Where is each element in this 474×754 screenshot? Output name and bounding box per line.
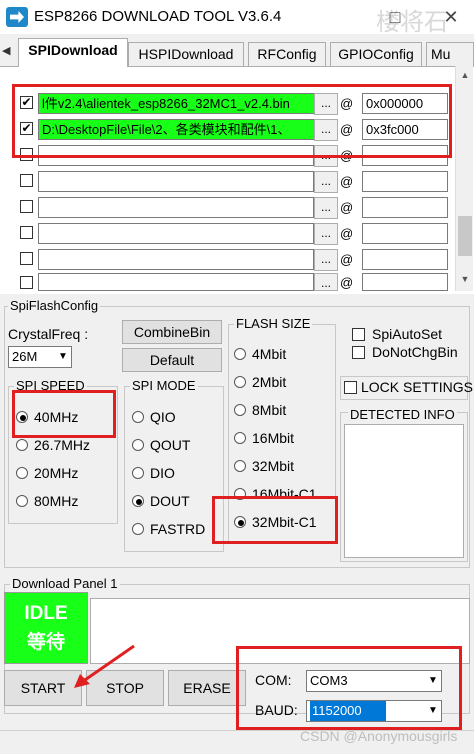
- radio-label-fastrd: FASTRD: [150, 521, 206, 537]
- radio-label-4mbit: 4Mbit: [252, 346, 287, 362]
- status-idle-text: IDLE: [24, 603, 68, 624]
- radio-dout[interactable]: [132, 495, 144, 507]
- chevron-down-icon[interactable]: ▼: [55, 347, 71, 367]
- browse-button-6[interactable]: ...: [314, 223, 338, 245]
- do-not-chg-bin-label: DoNotChgBin: [372, 344, 458, 360]
- footer-watermark: CSDN @Anonymousgirls: [300, 728, 458, 744]
- detected-info-textarea[interactable]: [344, 424, 464, 558]
- download-panel-label: Download Panel 1: [10, 576, 120, 591]
- file-checkbox-8[interactable]: [20, 276, 33, 289]
- radio-label-32mbit: 32Mbit: [252, 458, 295, 474]
- tab-bar: ◀ SPIDownload HSPIDownload RFConfig GPIO…: [0, 38, 474, 67]
- radio-26-7mhz[interactable]: [16, 439, 28, 451]
- tab-gpioconfig[interactable]: GPIOConfig: [330, 42, 422, 66]
- file-checkbox-7[interactable]: [20, 252, 33, 265]
- do-not-chg-bin-checkbox[interactable]: [352, 346, 365, 359]
- annotation-box-flash-size: [212, 496, 338, 544]
- maximize-button[interactable]: □: [380, 6, 410, 28]
- radio-label-dio: DIO: [150, 465, 175, 481]
- erase-button[interactable]: ERASE: [168, 670, 246, 706]
- at-label: @: [340, 200, 354, 215]
- radio-label-26-7mhz: 26.7MHz: [34, 437, 91, 453]
- radio-2mbit[interactable]: [234, 376, 246, 388]
- radio-label-dout: DOUT: [150, 493, 190, 509]
- browse-button-4[interactable]: ...: [314, 171, 338, 193]
- browse-button-5[interactable]: ...: [314, 197, 338, 219]
- tab-hspidownload[interactable]: HSPIDownload: [128, 42, 244, 66]
- radio-label-20mhz: 20MHz: [34, 465, 79, 481]
- tab-scroll-left-icon[interactable]: ◀: [2, 44, 14, 64]
- file-path-5[interactable]: [38, 197, 314, 218]
- radio-label-8mbit: 8Mbit: [252, 402, 287, 418]
- lock-settings-label: LOCK SETTINGS: [361, 379, 474, 395]
- detected-info-label: DETECTED INFO: [348, 407, 457, 422]
- radio-4mbit[interactable]: [234, 348, 246, 360]
- app-icon: [6, 7, 28, 27]
- radio-16mbit[interactable]: [234, 432, 246, 444]
- annotation-arrow: [74, 644, 135, 688]
- file-checkbox-6[interactable]: [20, 226, 33, 239]
- annotation-box-spi-speed: [12, 390, 116, 438]
- scroll-up-icon[interactable]: ▲: [459, 70, 471, 82]
- file-checkbox-5[interactable]: [20, 200, 33, 213]
- browse-button-8[interactable]: ...: [314, 273, 338, 291]
- radio-label-qout: QOUT: [150, 437, 191, 453]
- at-label: @: [340, 226, 354, 241]
- flash-size-label: FLASH SIZE: [234, 316, 313, 331]
- address-field-5[interactable]: [362, 197, 448, 218]
- file-path-7[interactable]: [38, 249, 314, 270]
- lock-settings-checkbox[interactable]: [344, 381, 357, 394]
- radio-label-2mbit: 2Mbit: [252, 374, 287, 390]
- tab-rfconfig[interactable]: RFConfig: [248, 42, 326, 66]
- tab-more[interactable]: Mu: [426, 42, 474, 66]
- radio-dio[interactable]: [132, 467, 144, 479]
- crystal-freq-select[interactable]: 26M ▼: [8, 346, 72, 368]
- annotation-box-files: [12, 84, 452, 158]
- at-label: @: [340, 252, 354, 267]
- radio-20mhz[interactable]: [16, 467, 28, 479]
- scroll-thumb[interactable]: [458, 216, 472, 256]
- spi-auto-set-checkbox[interactable]: [352, 328, 365, 341]
- radio-label-80mhz: 80MHz: [34, 493, 79, 509]
- at-label: @: [340, 275, 354, 290]
- at-label: @: [340, 174, 354, 189]
- file-path-6[interactable]: [38, 223, 314, 244]
- radio-fastrd[interactable]: [132, 523, 144, 535]
- spi-mode-label: SPI MODE: [130, 378, 198, 393]
- radio-label-16mbit: 16Mbit: [252, 430, 295, 446]
- file-path-8[interactable]: [38, 273, 314, 291]
- radio-80mhz[interactable]: [16, 495, 28, 507]
- scroll-down-icon[interactable]: ▼: [459, 274, 471, 286]
- annotation-box-com-baud: [236, 646, 462, 730]
- address-field-7[interactable]: [362, 249, 448, 270]
- crystal-freq-value: 26M: [12, 349, 38, 364]
- close-button[interactable]: ✕: [436, 6, 466, 28]
- file-list-scrollbar[interactable]: ▲ ▼: [455, 66, 473, 291]
- default-button[interactable]: Default: [122, 348, 222, 372]
- address-field-6[interactable]: [362, 223, 448, 244]
- title-bar: ESP8266 DOWNLOAD TOOL V3.6.4 楼将石 □ ✕: [0, 0, 474, 36]
- radio-32mbit[interactable]: [234, 460, 246, 472]
- radio-qio[interactable]: [132, 411, 144, 423]
- radio-8mbit[interactable]: [234, 404, 246, 416]
- combine-bin-button[interactable]: CombineBin: [122, 320, 222, 344]
- spi-auto-set-label: SpiAutoSet: [372, 326, 443, 342]
- window-title: ESP8266 DOWNLOAD TOOL V3.6.4: [34, 8, 282, 25]
- address-field-4[interactable]: [362, 171, 448, 192]
- file-checkbox-4[interactable]: [20, 174, 33, 187]
- file-path-4[interactable]: [38, 171, 314, 192]
- crystal-freq-label: CrystalFreq :: [8, 326, 89, 342]
- spiflash-config-label: SpiFlashConfig: [8, 298, 101, 313]
- address-field-8[interactable]: [362, 273, 448, 291]
- tab-spidownload[interactable]: SPIDownload: [18, 38, 128, 67]
- browse-button-7[interactable]: ...: [314, 249, 338, 271]
- radio-qout[interactable]: [132, 439, 144, 451]
- radio-label-qio: QIO: [150, 409, 176, 425]
